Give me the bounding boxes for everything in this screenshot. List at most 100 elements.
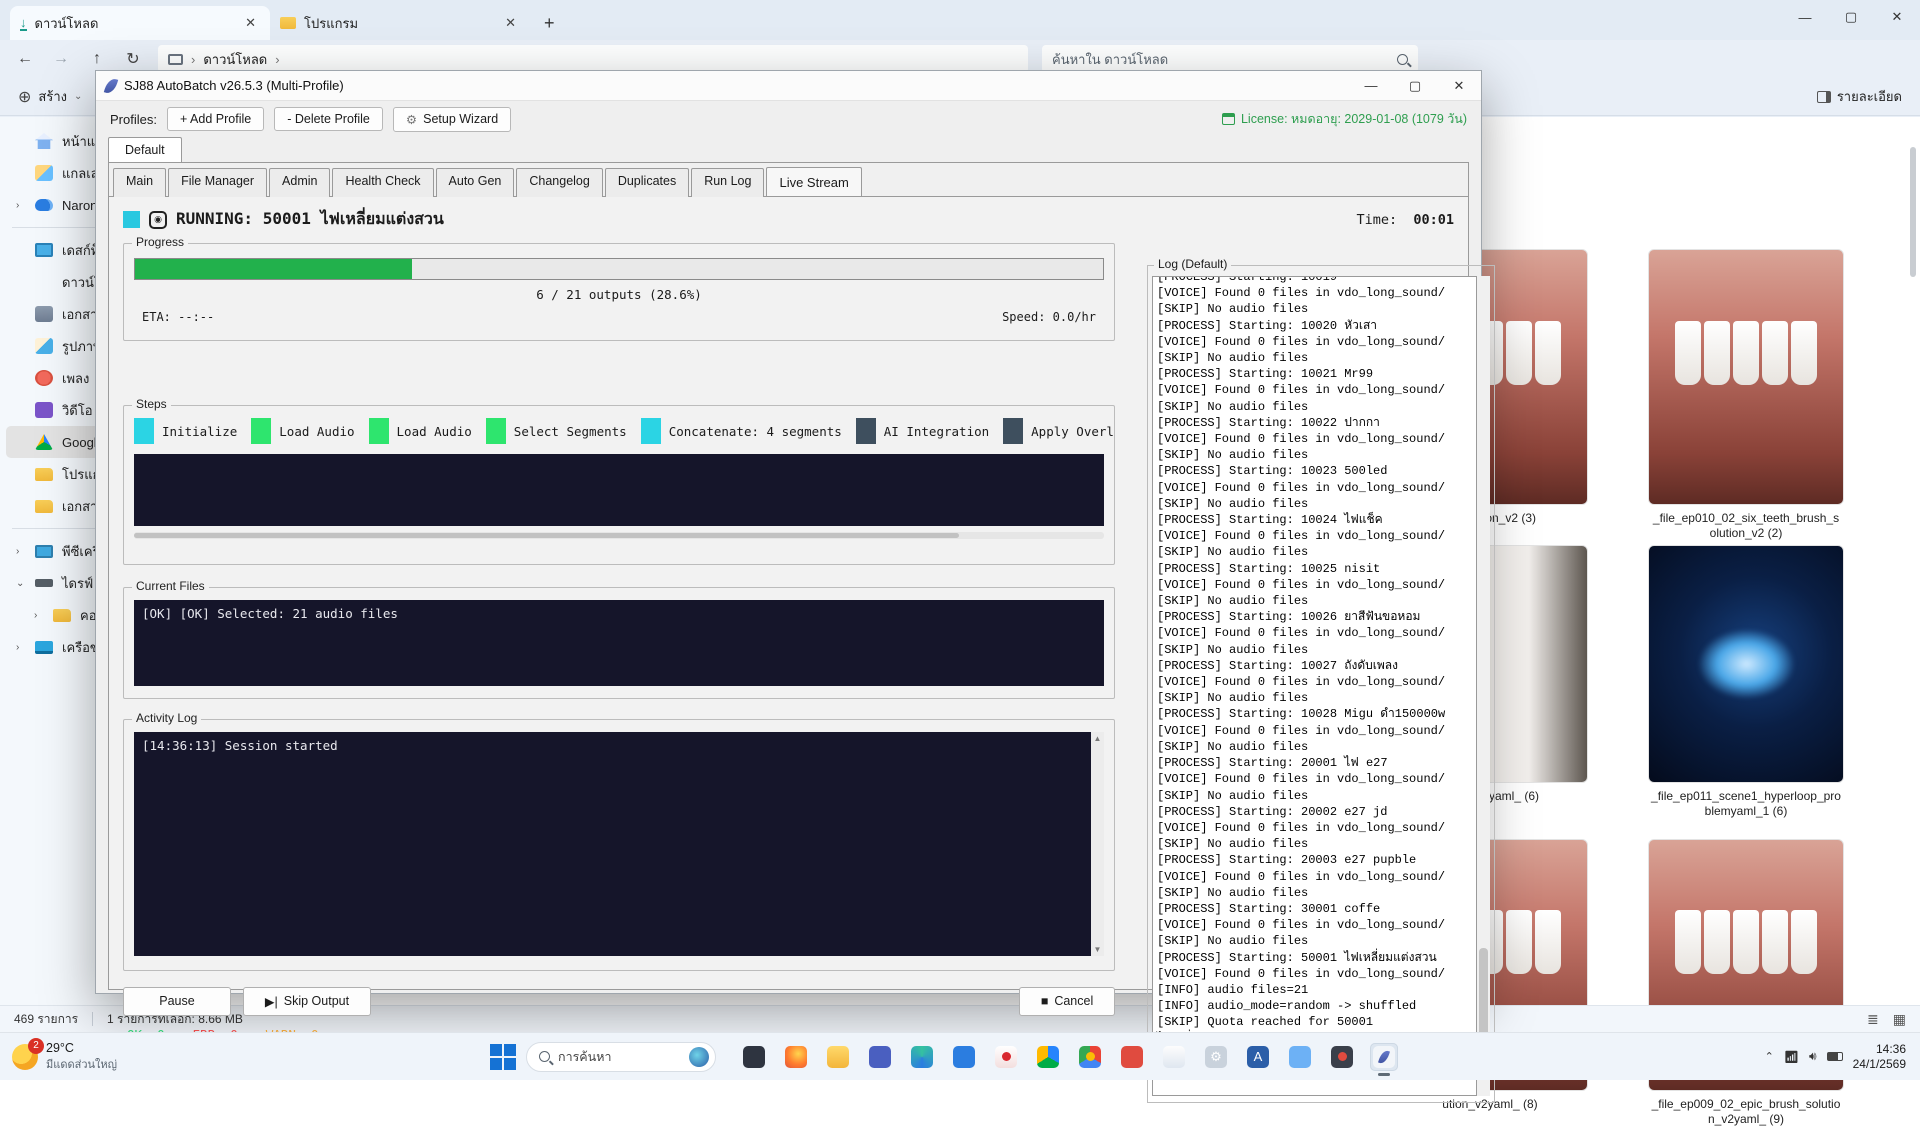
adobe-app-icon-glyph <box>995 1046 1017 1068</box>
tab-file-manager[interactable]: File Manager <box>168 168 267 197</box>
mail-app-icon[interactable] <box>950 1043 978 1071</box>
dark-app-icon-2[interactable] <box>1328 1043 1356 1071</box>
tab-auto-gen[interactable]: Auto Gen <box>436 168 515 197</box>
explorer-minimize-button[interactable]: — <box>1782 0 1828 34</box>
blue-a-app-icon[interactable]: A <box>1244 1043 1272 1071</box>
taskbar-search[interactable]: การค้นหา <box>526 1042 716 1072</box>
app-close-button[interactable]: ✕ <box>1437 71 1481 101</box>
tab-health-check[interactable]: Health Check <box>332 168 433 197</box>
volume-icon[interactable]: 🔊︎ <box>1809 1049 1817 1064</box>
tooth <box>1762 321 1788 385</box>
folder-icon <box>53 609 71 622</box>
progress-group: Progress 6 / 21 outputs (28.6%) ETA: --:… <box>123 243 1115 341</box>
tab-duplicates[interactable]: Duplicates <box>605 168 689 197</box>
add-profile-button[interactable]: + Add Profile <box>167 107 264 131</box>
explorer-maximize-button[interactable]: ▢ <box>1828 0 1874 34</box>
pictures-icon <box>35 338 53 354</box>
red-app-icon[interactable] <box>1118 1043 1146 1071</box>
log-text-area[interactable]: [PROCESS] Starting: 10019[VOICE] Found 0… <box>1152 276 1477 1096</box>
list-view-icon[interactable]: ≣ <box>1867 1011 1879 1028</box>
sidebar-item-label: วิดีโอ <box>62 400 93 421</box>
file-item[interactable]: _file_ep011_scene1_hyperloop_problemyaml… <box>1646 545 1846 819</box>
steps-horizontal-scrollbar[interactable] <box>134 532 1104 539</box>
teams-icon[interactable] <box>866 1043 894 1071</box>
content-scrollbar[interactable] <box>1908 117 1918 1005</box>
breadcrumb-folder[interactable]: ดาวน์โหลด <box>203 49 267 70</box>
tab-admin[interactable]: Admin <box>269 168 330 197</box>
adobe-app-icon[interactable] <box>992 1043 1020 1071</box>
python-app-icon[interactable] <box>1370 1043 1398 1071</box>
firefox-icon[interactable] <box>782 1043 810 1071</box>
expand-chevron-icon[interactable]: ⌄ <box>16 578 26 589</box>
expand-chevron-icon[interactable]: › <box>16 200 26 211</box>
tab-changelog[interactable]: Changelog <box>516 168 602 197</box>
chrome-icon[interactable] <box>1076 1043 1104 1071</box>
sidebar-item-label: เพลง <box>62 368 89 389</box>
delete-profile-button[interactable]: - Delete Profile <box>274 107 383 131</box>
explorer-tab-bar: ↓ดาวน์โหลด✕โปรแกรม✕ + — ▢ ✕ <box>0 0 1920 40</box>
current-files-terminal[interactable]: [OK] [OK] Selected: 21 audio files <box>134 600 1104 686</box>
tab-main[interactable]: Main <box>113 168 166 197</box>
activity-log-terminal[interactable]: [14:36:13] Session started <box>134 732 1091 956</box>
settings-gear-icon[interactable]: ⚙ <box>1202 1043 1230 1071</box>
items-count: 469 รายการ <box>14 1010 78 1029</box>
tab-live-stream[interactable]: Live Stream <box>766 167 861 196</box>
cancel-button[interactable]: ■ Cancel <box>1019 987 1115 1016</box>
dark-app-icon[interactable] <box>740 1043 768 1071</box>
activity-log-scrollbar[interactable]: ▲ ▼ <box>1091 732 1104 956</box>
log-line: [VOICE] Found 0 files in vdo_long_sound/ <box>1157 723 1472 739</box>
log-line: [SKIP] No audio files <box>1157 739 1472 755</box>
tab-close-icon[interactable]: ✕ <box>241 15 260 31</box>
expand-chevron-icon[interactable]: › <box>16 642 26 653</box>
skip-output-button[interactable]: ▶| Skip Output <box>243 987 371 1016</box>
google-drive-icon-glyph <box>1037 1046 1059 1068</box>
tab-run-log[interactable]: Run Log <box>691 168 764 197</box>
feather-shape <box>1378 1049 1390 1065</box>
pause-button[interactable]: Pause <box>123 987 231 1016</box>
notepad-icon[interactable] <box>1160 1043 1188 1071</box>
setup-wizard-button[interactable]: ⚙ Setup Wizard <box>393 107 511 132</box>
forward-icon[interactable]: → <box>50 50 72 68</box>
scroll-up-icon[interactable]: ▲ <box>1094 734 1102 743</box>
log-line: [PROCESS] Starting: 20003 e27 pupble <box>1157 852 1472 868</box>
expand-chevron-icon[interactable]: › <box>16 546 26 557</box>
explorer-close-button[interactable]: ✕ <box>1874 0 1920 34</box>
explorer-tab[interactable]: โปรแกรม✕ <box>270 6 530 40</box>
google-drive-icon[interactable] <box>1034 1043 1062 1071</box>
app-title-bar[interactable]: SJ88 AutoBatch v26.5.3 (Multi-Profile) —… <box>96 71 1481 101</box>
search-input[interactable]: ค้นหาใน ดาวน์โหลด <box>1042 45 1418 73</box>
clock[interactable]: 14:36 24/1/2569 <box>1853 1042 1906 1072</box>
edge-icon[interactable] <box>908 1043 936 1071</box>
file-item[interactable]: _file_ep010_02_six_teeth_brush_solution_… <box>1646 249 1846 541</box>
log-scrollbar[interactable] <box>1477 276 1490 1096</box>
scroll-down-icon[interactable]: ▼ <box>1094 945 1102 954</box>
tray-chevron-up-icon[interactable]: ⌃ <box>1765 1050 1774 1063</box>
breadcrumb[interactable]: › ดาวน์โหลด › <box>158 45 1028 73</box>
wifi-icon[interactable]: 📶︎ <box>1784 1050 1799 1064</box>
profile-tab-default[interactable]: Default <box>108 137 182 162</box>
tab-close-icon[interactable]: ✕ <box>501 15 520 31</box>
tooth <box>1675 910 1701 974</box>
refresh-icon[interactable]: ↻ <box>122 49 144 69</box>
expand-chevron-icon[interactable]: › <box>34 610 44 621</box>
file-explorer-icon[interactable] <box>824 1043 852 1071</box>
back-icon[interactable]: ← <box>14 50 36 68</box>
app-maximize-button[interactable]: ▢ <box>1393 71 1437 101</box>
tab-label: ดาวน์โหลด <box>35 13 234 34</box>
new-tab-button[interactable]: + <box>530 13 569 40</box>
plus-icon: ⊕ <box>18 87 31 107</box>
steps-group: Steps InitializeLoad AudioLoad AudioSele… <box>123 405 1115 565</box>
blue-window-app-icon[interactable] <box>1286 1043 1314 1071</box>
battery-icon[interactable] <box>1827 1052 1843 1061</box>
weather-widget[interactable]: 2 29°C มีแดดส่วนใหญ่ <box>0 1041 240 1073</box>
file-item[interactable]: _file_ep009_02_epic_brush_solution_v2yam… <box>1646 839 1846 1127</box>
app-minimize-button[interactable]: — <box>1349 71 1393 101</box>
details-toggle-button[interactable]: รายละเอียด <box>1817 86 1902 107</box>
up-icon[interactable]: ↑ <box>86 50 108 68</box>
thumbnail-view-icon[interactable]: ▦ <box>1893 1011 1906 1028</box>
explorer-tab[interactable]: ↓ดาวน์โหลด✕ <box>10 6 270 40</box>
file-name: _file_ep009_02_epic_brush_solution_v2yam… <box>1646 1097 1846 1127</box>
start-button[interactable] <box>490 1044 516 1070</box>
log-line: [PROCESS] Starting: 20002 e27 jd <box>1157 804 1472 820</box>
new-button[interactable]: ⊕ สร้าง ⌄ <box>18 86 82 107</box>
